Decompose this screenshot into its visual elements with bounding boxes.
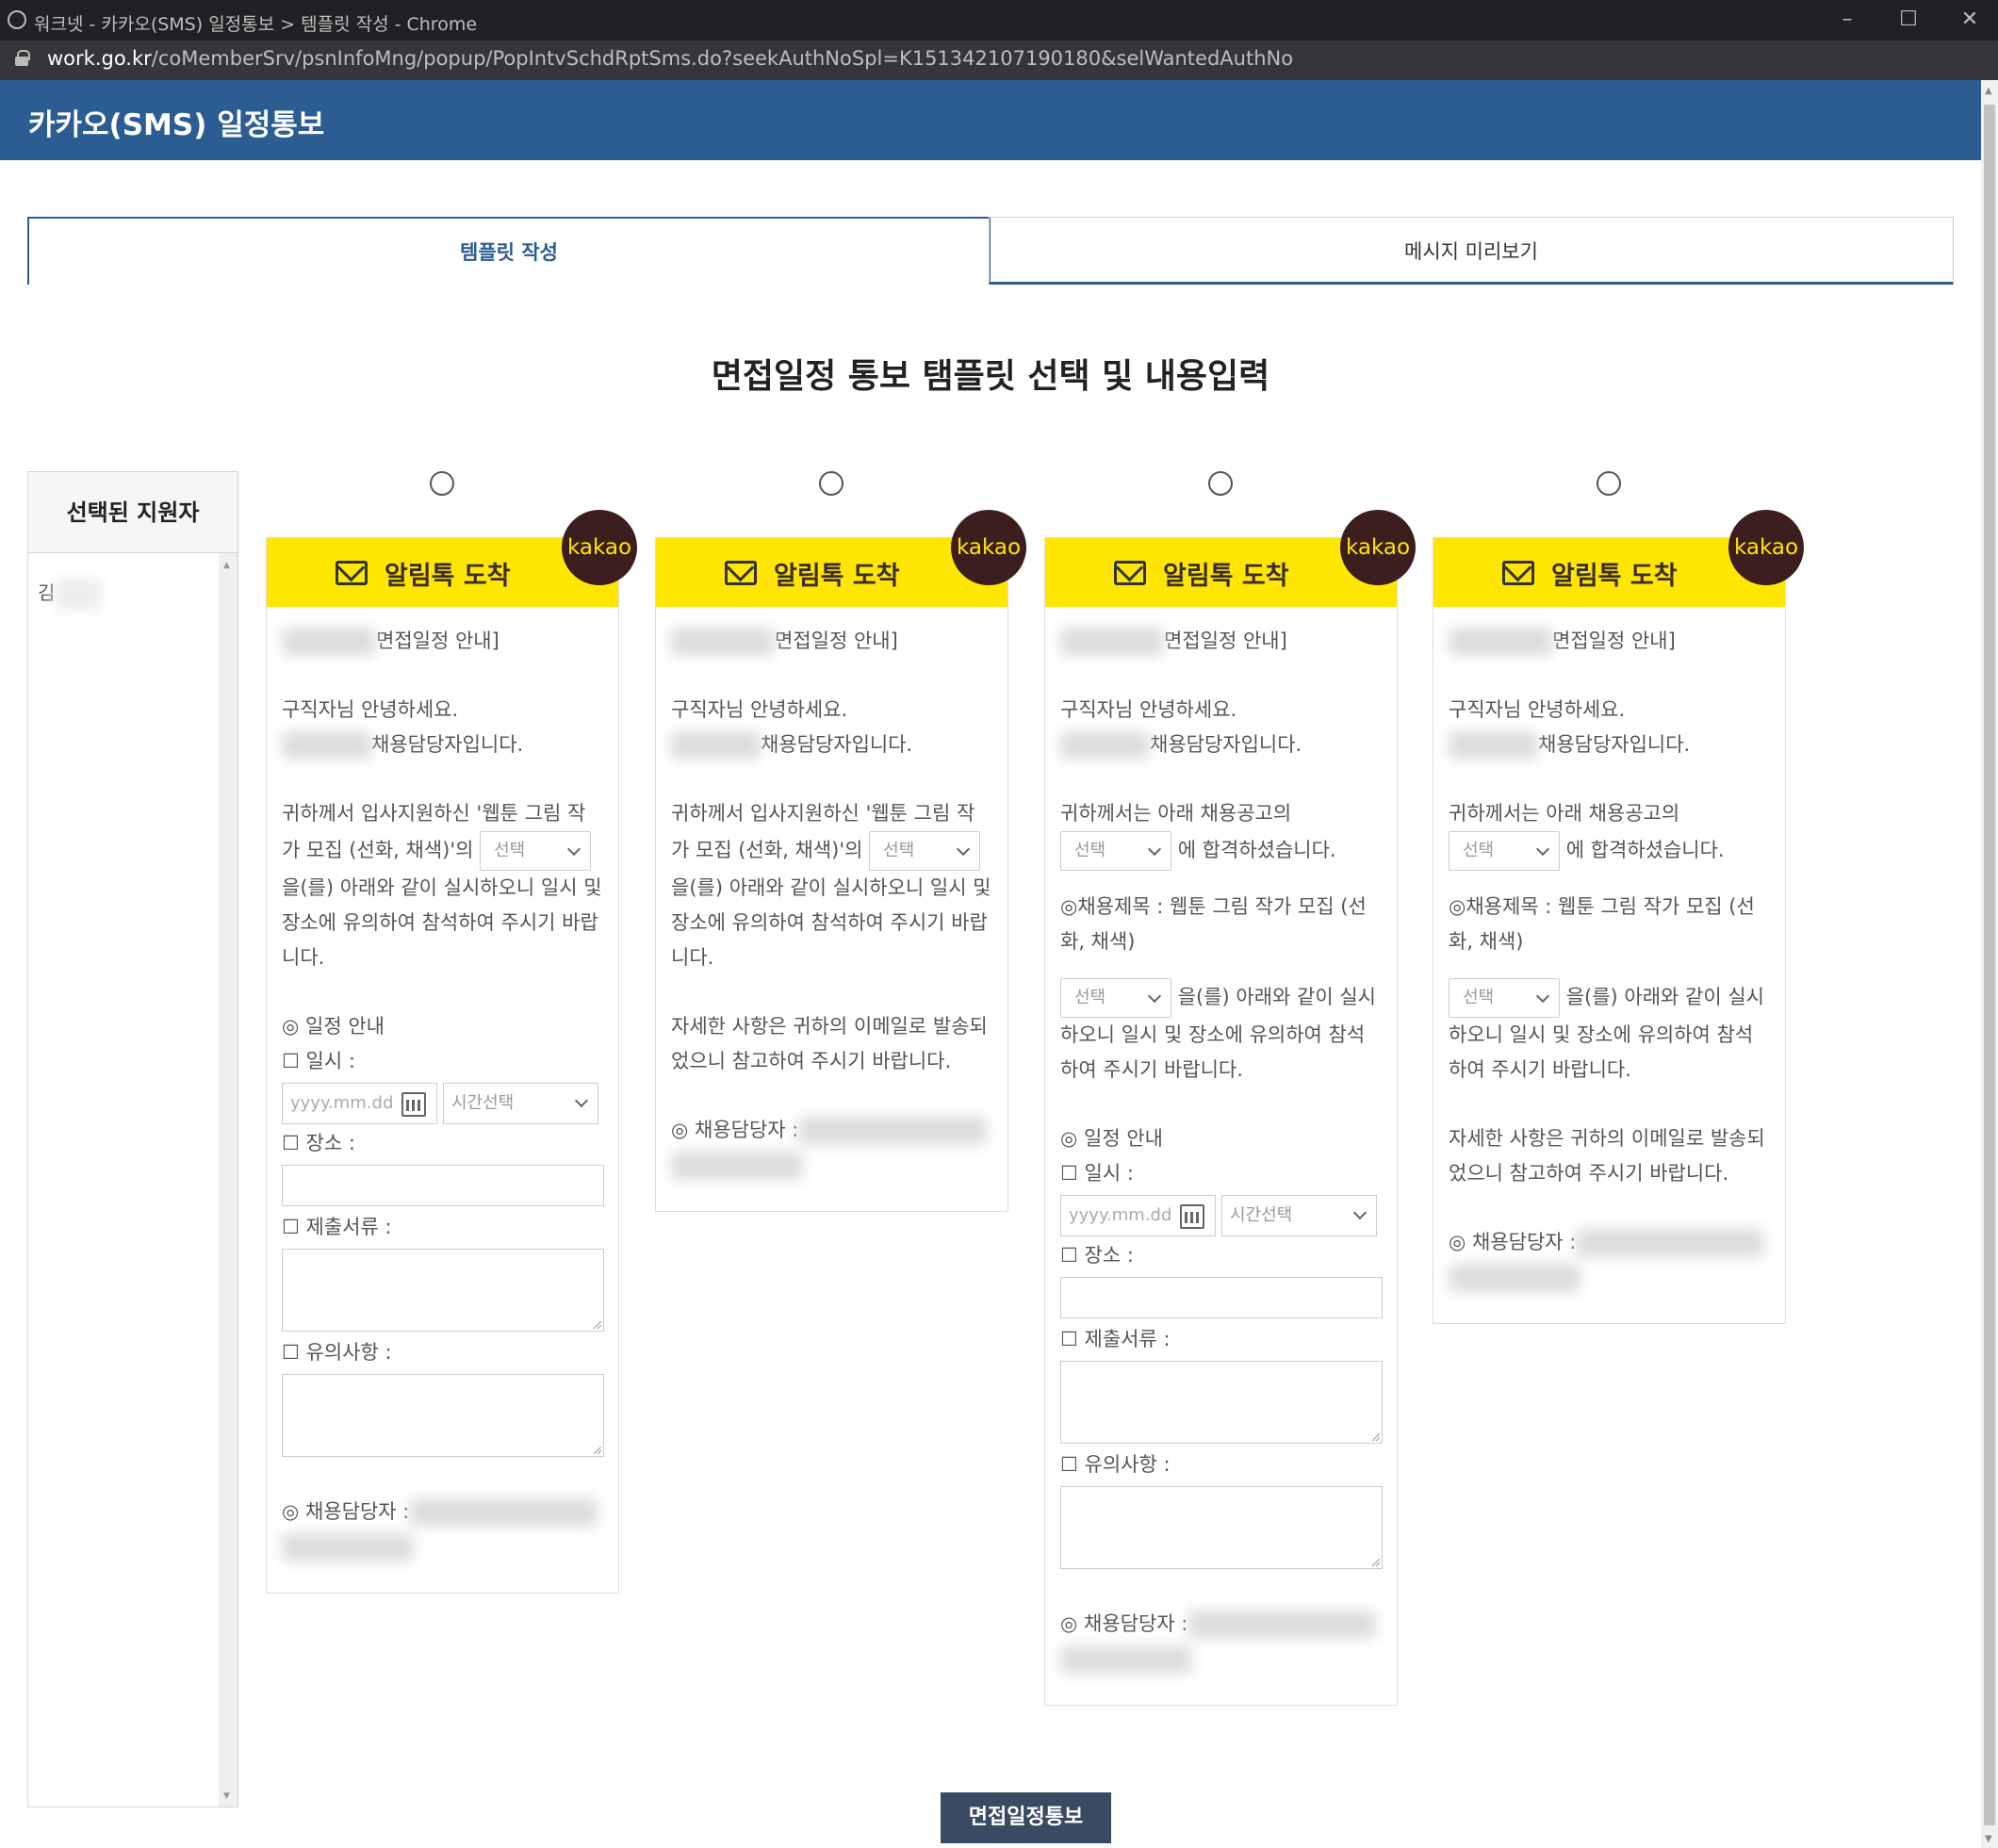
schedule-heading: ◎ 일정 안내 — [282, 1015, 385, 1038]
place-input[interactable] — [282, 1165, 604, 1206]
redacted-name — [55, 578, 103, 611]
place-input[interactable] — [1060, 1277, 1383, 1318]
scroll-up-icon[interactable]: ▲ — [223, 561, 230, 570]
page-scrollbar[interactable]: ▲ ▼ — [1981, 80, 1998, 1848]
notes-textarea[interactable] — [282, 1374, 604, 1457]
applicant-panel-title: 선택된 지원자 — [28, 472, 237, 553]
popup-title: 카카오(SMS) 일정통보 — [28, 108, 325, 142]
kakao-badge: kakao — [1340, 510, 1416, 585]
minimize-icon[interactable]: – — [1828, 6, 1866, 34]
applicant-list-scrollbar[interactable]: ▲ ▼ — [219, 553, 237, 1807]
window-title: 워크넷 - 카카오(SMS) 일정통보 > 템플릿 작성 - Chrome — [34, 14, 478, 35]
scrollbar-thumb[interactable] — [1984, 105, 1995, 1825]
lock-icon — [15, 50, 30, 66]
kakao-badge: kakao — [562, 510, 637, 585]
template-radio-3[interactable] — [1208, 471, 1233, 496]
site-globe-icon — [8, 10, 26, 29]
template-radio-2[interactable] — [819, 471, 843, 496]
template-card-2[interactable]: 알림톡 도착 kakao 면접일정 안내] 구직자님 안녕하세요. 채용담당자입… — [655, 510, 1026, 1212]
scroll-down-icon[interactable]: ▼ — [223, 1791, 230, 1801]
date-input[interactable]: yyyy.mm.dd — [1060, 1195, 1216, 1236]
calendar-icon[interactable] — [1180, 1204, 1204, 1229]
page-title: 면접일정 통보 탬플릿 선택 및 내용입력 — [711, 357, 1270, 396]
kakao-badge: kakao — [1728, 510, 1804, 585]
envelope-icon — [1502, 561, 1534, 585]
applicant-item[interactable]: 김 — [38, 578, 103, 611]
template-radio-1[interactable] — [430, 471, 454, 496]
template-card-1[interactable]: 알림톡 도착 kakao 면접일정 안내] 구직자님 안녕하세요. 채용담당자입… — [266, 510, 637, 1594]
time-select[interactable]: 시간선택 — [443, 1083, 598, 1124]
calendar-icon[interactable] — [401, 1092, 426, 1117]
kakao-badge: kakao — [951, 510, 1026, 585]
date-input[interactable]: yyyy.mm.dd — [282, 1083, 437, 1124]
envelope-icon — [1114, 561, 1146, 585]
address-bar[interactable]: work.go.kr/coMemberSrv/psnInfoMng/popup/… — [0, 41, 1998, 80]
applicant-list: 김 ▲ ▼ — [28, 553, 237, 1807]
scroll-down-icon[interactable]: ▼ — [1985, 1834, 1992, 1844]
template-body: 면접일정 안내] 구직자님 안녕하세요. 채용담당자입니다. 귀하께서 입사지원… — [267, 607, 618, 1593]
tab-bar: 템플릿 작성 메시지 미리보기 — [27, 217, 1954, 285]
interview-type-select[interactable]: 선택 — [1449, 978, 1560, 1018]
tab-message-preview[interactable]: 메시지 미리보기 — [989, 217, 1954, 285]
template-card-3[interactable]: 알림톡 도착 kakao 면접일정 안내] 구직자님 안녕하세요. 채용담당자입… — [1044, 510, 1416, 1706]
schedule-heading: ◎ 일정 안내 — [1060, 1127, 1163, 1150]
documents-textarea[interactable] — [1060, 1361, 1383, 1444]
interview-type-select[interactable]: 선택 — [480, 831, 592, 871]
interview-type-select[interactable]: 선택 — [1060, 978, 1171, 1018]
selected-applicant-panel: 선택된 지원자 김 ▲ ▼ — [27, 471, 238, 1807]
alimtalk-banner: 알림톡 도착 kakao — [656, 510, 1026, 607]
template-body: 면접일정 안내] 구직자님 안녕하세요. 채용담당자입니다. 귀하께서는 아래 … — [1433, 607, 1785, 1323]
notes-textarea[interactable] — [1060, 1486, 1383, 1569]
close-icon[interactable]: ✕ — [1951, 6, 1989, 34]
interview-type-select[interactable]: 선택 — [869, 831, 981, 871]
popup-header: 카카오(SMS) 일정통보 — [0, 80, 1981, 160]
alimtalk-banner: 알림톡 도착 kakao — [1433, 510, 1804, 607]
maximize-icon[interactable]: ☐ — [1890, 6, 1927, 34]
scroll-up-icon[interactable]: ▲ — [1985, 86, 1992, 96]
template-card-4[interactable]: 알림톡 도착 kakao 면접일정 안내] 구직자님 안녕하세요. 채용담당자입… — [1433, 510, 1804, 1324]
template-radio-4[interactable] — [1597, 471, 1621, 496]
documents-textarea[interactable] — [282, 1249, 604, 1332]
template-body: 면접일정 안내] 구직자님 안녕하세요. 채용담당자입니다. 귀하께서는 아래 … — [1045, 607, 1397, 1705]
submit-schedule-button[interactable]: 면접일정통보 — [941, 1792, 1111, 1843]
time-select[interactable]: 시간선택 — [1221, 1195, 1377, 1236]
envelope-icon — [336, 561, 368, 585]
alimtalk-banner: 알림톡 도착 kakao — [1045, 510, 1416, 607]
template-body: 면접일정 안내] 구직자님 안녕하세요. 채용담당자입니다. 귀하께서 입사지원… — [656, 607, 1007, 1211]
envelope-icon — [725, 561, 757, 585]
tab-template-write[interactable]: 템플릿 작성 — [27, 217, 991, 285]
alimtalk-banner: 알림톡 도착 kakao — [267, 510, 637, 607]
stage-select[interactable]: 선택 — [1060, 831, 1171, 871]
stage-select[interactable]: 선택 — [1449, 831, 1560, 871]
url-text[interactable]: work.go.kr/coMemberSrv/psnInfoMng/popup/… — [47, 47, 1293, 70]
browser-title-bar: 워크넷 - 카카오(SMS) 일정통보 > 템플릿 작성 - Chrome – … — [0, 0, 1998, 41]
